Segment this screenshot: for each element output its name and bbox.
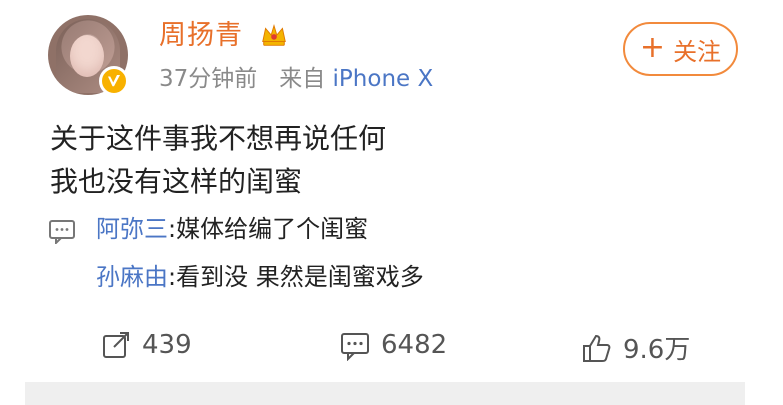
plus-icon: + (639, 30, 666, 65)
content-line: 关于这件事我不想再说任何 (50, 122, 387, 155)
comment-user[interactable]: 孙麻由 (96, 263, 168, 291)
avatar-face (70, 35, 104, 77)
repost-count: 439 (142, 330, 192, 360)
follow-label: 关注 (673, 37, 722, 66)
comment-row[interactable]: 阿弥三:媒体给编了个闺蜜 (48, 214, 738, 262)
share-icon (103, 332, 129, 358)
post-time: 37分钟前 (159, 66, 258, 92)
comment-user[interactable]: 阿弥三 (96, 215, 168, 243)
verified-badge-icon (99, 66, 129, 96)
comment-icon (49, 220, 75, 244)
post-source-prefix: 来自 (279, 66, 326, 92)
comment-text: 阿弥三:媒体给编了个闺蜜 (96, 214, 368, 244)
repost-button[interactable]: 439 (100, 329, 192, 361)
comment-button[interactable]: 6482 (339, 329, 447, 361)
comment-body: :媒体给编了个闺蜜 (168, 215, 369, 243)
comment-row[interactable]: 孙麻由:看到没 果然是闺蜜戏多 (48, 262, 738, 310)
thumbs-up-icon (583, 334, 611, 362)
comment-count: 6482 (381, 330, 448, 360)
content-line: 我也没有这样的闺蜜 (50, 165, 303, 198)
crown-icon (257, 18, 291, 52)
post-actions: 439 6482 9.6万 (0, 315, 783, 377)
comment-preview[interactable]: 阿弥三:媒体给编了个闺蜜 孙麻由:看到没 果然是闺蜜戏多 (48, 214, 738, 310)
v-icon (108, 75, 120, 87)
comment-icon (341, 333, 369, 361)
comment-text: 孙麻由:看到没 果然是闺蜜戏多 (96, 262, 424, 292)
like-button[interactable]: 9.6万 (581, 329, 690, 366)
post-meta: 37分钟前 来自 iPhone X (159, 64, 433, 94)
follow-button[interactable]: + 关注 (623, 22, 738, 76)
post-source[interactable]: iPhone X (333, 66, 434, 92)
comment-body: :看到没 果然是闺蜜戏多 (168, 263, 424, 291)
feed-divider (25, 382, 745, 405)
like-count: 9.6万 (623, 335, 691, 365)
post-content: 关于这件事我不想再说任何 我也没有这样的闺蜜 (50, 117, 740, 203)
author-name[interactable]: 周扬青 (159, 20, 243, 52)
